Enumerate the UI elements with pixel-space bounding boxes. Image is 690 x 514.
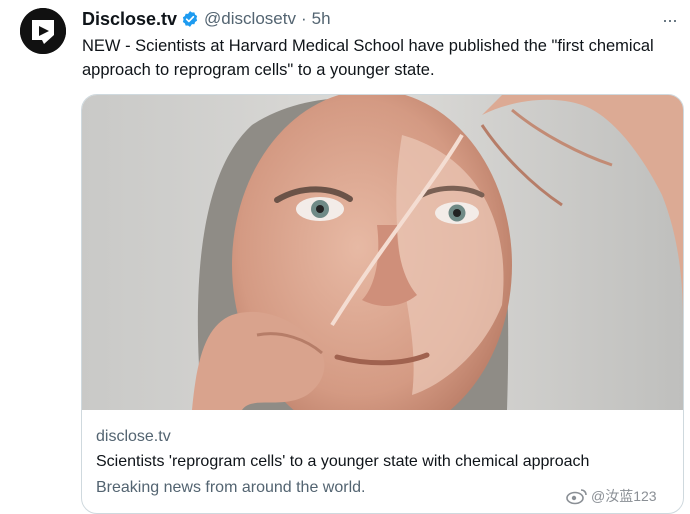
tweet-text: NEW - Scientists at Harvard Medical Scho…: [82, 37, 654, 79]
weibo-logo-icon: [566, 489, 587, 505]
tweet-timestamp[interactable]: 5h: [312, 9, 331, 29]
card-description: Breaking news from around the world.: [96, 479, 366, 496]
author-avatar[interactable]: [20, 8, 66, 54]
card-domain[interactable]: disclose.tv: [96, 428, 171, 446]
disclose-logo-icon: [20, 8, 66, 54]
verified-badge-icon: [182, 11, 198, 27]
separator-dot: ·: [300, 9, 307, 28]
author-handle[interactable]: @disclosetv: [204, 9, 296, 29]
card-image[interactable]: [82, 95, 683, 410]
card-title[interactable]: Scientists 'reprogram cells' to a younge…: [96, 453, 589, 471]
link-card[interactable]: disclose.tv Scientists 'reprogram cells'…: [81, 94, 684, 514]
watermark-text: @汝蓝123: [591, 488, 657, 504]
weibo-watermark: @汝蓝123: [566, 486, 657, 506]
more-dots-icon[interactable]: ···: [662, 10, 678, 31]
tweet-header: Disclose.tv @disclosetv · 5h: [82, 8, 331, 30]
author-name[interactable]: Disclose.tv: [82, 9, 177, 30]
